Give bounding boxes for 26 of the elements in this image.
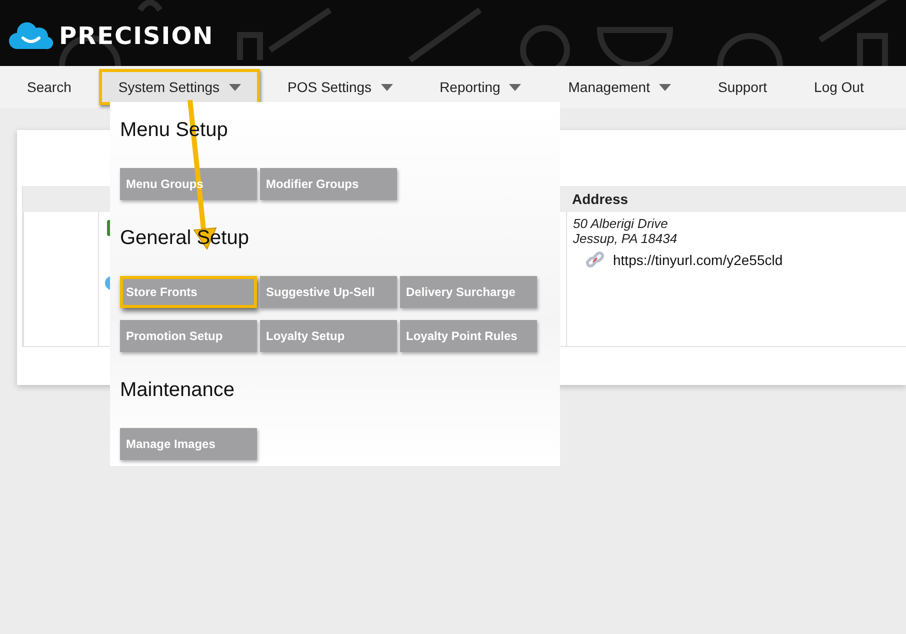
nav-menu-item[interactable]: Support <box>698 69 786 105</box>
menu-option-button[interactable]: Suggestive Up-Sell <box>260 276 397 308</box>
address-text: 50 Alberigi Drive Jessup, PA 18434 <box>573 216 678 246</box>
store-link[interactable]: https://tinyurl.com/y2e55cld <box>613 252 783 268</box>
caret-icon <box>228 84 241 90</box>
menu-option-button[interactable]: Loyalty Setup <box>260 320 397 352</box>
nav-menu-item[interactable]: Search <box>8 69 90 105</box>
nav-menu-item[interactable]: POS Settings <box>268 69 412 105</box>
menu-option-button[interactable]: Modifier Groups <box>260 168 397 200</box>
cloud-logo-icon <box>9 22 53 50</box>
menu-option-button[interactable]: Manage Images <box>120 428 257 460</box>
caret-icon <box>380 84 393 90</box>
table-header-cell: Address <box>566 186 906 212</box>
section-heading: Maintenance <box>120 378 235 402</box>
link-icon <box>585 250 605 270</box>
nav-menu-item[interactable]: Management <box>549 69 690 105</box>
nav-menu-item[interactable]: Reporting <box>420 69 540 105</box>
menu-option-button[interactable]: Delivery Surcharge <box>400 276 537 308</box>
caret-icon <box>509 84 522 90</box>
caret-icon <box>658 84 671 90</box>
menu-option-button[interactable]: Loyalty Point Rules <box>400 320 537 352</box>
nav-menu-item[interactable]: Log Out <box>795 69 883 105</box>
menu-option-button[interactable]: Promotion Setup <box>120 320 257 352</box>
logo-text: PRECISION <box>59 22 214 50</box>
menu-option-button[interactable]: Store Fronts <box>120 276 257 308</box>
nav-menu-item[interactable]: System Settings <box>99 69 260 105</box>
